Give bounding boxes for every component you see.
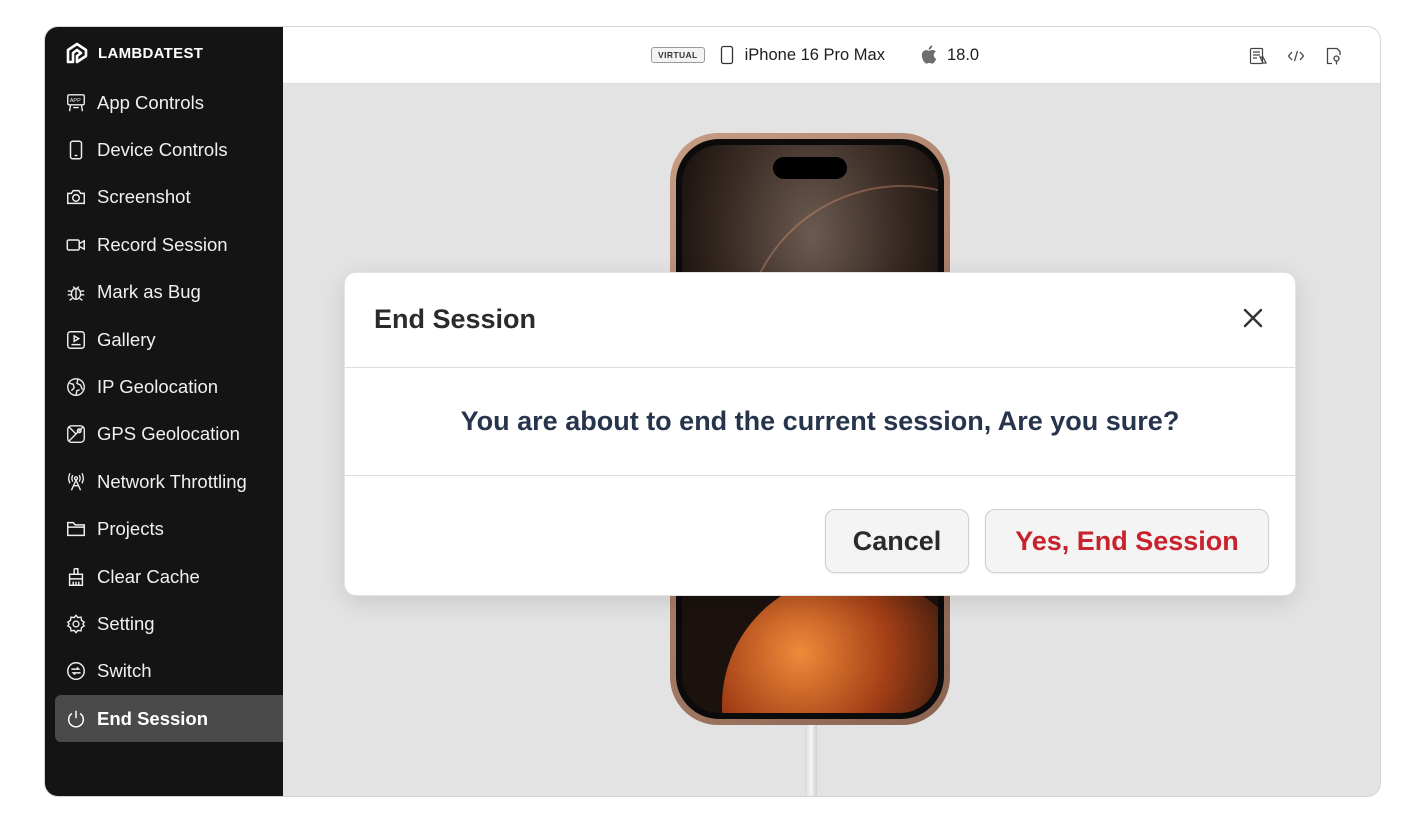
- dialog-message: You are about to end the current session…: [460, 406, 1180, 436]
- sidebar-item-label: Mark as Bug: [97, 281, 201, 303]
- video-icon: [66, 239, 85, 251]
- code-icon[interactable]: [1286, 46, 1306, 66]
- sidebar-item-screenshot[interactable]: Screenshot: [55, 174, 283, 221]
- sidebar-item-record-session[interactable]: Record Session: [55, 221, 283, 268]
- sidebar-item-switch[interactable]: Switch: [55, 648, 283, 695]
- sidebar-item-app-controls[interactable]: APP App Controls: [55, 79, 283, 126]
- map-icon: [67, 425, 85, 444]
- sidebar-item-ip-geolocation[interactable]: IP Geolocation: [55, 363, 283, 410]
- sidebar-item-setting[interactable]: Setting: [55, 600, 283, 647]
- device-info: VIRTUAL iPhone 16 Pro Max 18.0: [651, 43, 979, 67]
- dynamic-island: [773, 157, 847, 179]
- folder-icon: [67, 522, 85, 537]
- brand-name: LAMBDATEST: [98, 44, 204, 62]
- sidebar-item-mark-as-bug[interactable]: Mark as Bug: [55, 269, 283, 316]
- sidebar-item-label: Projects: [97, 518, 164, 540]
- dialog-title: End Session: [374, 304, 537, 334]
- cancel-button[interactable]: Cancel: [825, 509, 969, 573]
- globe-icon: [67, 378, 85, 396]
- top-bar: VIRTUAL iPhone 16 Pro Max 18.0: [283, 27, 1380, 84]
- sidebar-item-label: App Controls: [97, 91, 204, 113]
- bug-icon: [67, 286, 85, 302]
- sidebar-item-label: Screenshot: [97, 186, 191, 208]
- sidebar-item-clear-cache[interactable]: Clear Cache: [55, 553, 283, 600]
- dialog-header: End Session: [345, 273, 1295, 368]
- apple-icon: [921, 45, 937, 64]
- sidebar-item-gps-geolocation[interactable]: GPS Geolocation: [55, 411, 283, 458]
- dialog-body: You are about to end the current session…: [345, 368, 1295, 476]
- power-icon: [67, 710, 85, 728]
- sidebar-item-label: Setting: [97, 612, 155, 634]
- phone-icon: [69, 140, 83, 160]
- charging-cable: [805, 725, 817, 796]
- dialog-footer: Cancel Yes, End Session: [345, 476, 1295, 596]
- switch-icon: [67, 662, 85, 681]
- sidebar-item-end-session[interactable]: End Session: [55, 695, 283, 743]
- sidebar-item-label: Clear Cache: [97, 565, 200, 587]
- sidebar-nav: APP App Controls Device Controls Screens…: [55, 79, 283, 743]
- sidebar: LAMBDATEST APP App Controls Device Contr…: [45, 27, 283, 796]
- sidebar-item-label: IP Geolocation: [97, 376, 219, 398]
- lambdatest-logo-icon: [66, 42, 88, 64]
- antenna-icon: [67, 472, 85, 491]
- virtual-badge: VIRTUAL: [651, 47, 705, 63]
- sidebar-item-projects[interactable]: Projects: [55, 506, 283, 553]
- sidebar-item-label: Record Session: [97, 233, 228, 255]
- sidebar-item-gallery[interactable]: Gallery: [55, 316, 283, 363]
- brand: LAMBDATEST: [65, 41, 203, 65]
- sidebar-item-network-throttling[interactable]: Network Throttling: [55, 458, 283, 505]
- close-icon[interactable]: [1241, 306, 1265, 330]
- broom-icon: [68, 567, 84, 586]
- sidebar-item-label: Gallery: [97, 328, 156, 350]
- end-session-dialog: End Session You are about to end the cur…: [344, 272, 1296, 596]
- inspect-icon[interactable]: [1324, 46, 1344, 66]
- gear-icon: [66, 614, 86, 634]
- app-window: LAMBDATEST APP App Controls Device Contr…: [44, 26, 1381, 797]
- os-version: 18.0: [946, 45, 980, 64]
- logs-icon[interactable]: [1248, 46, 1268, 66]
- sidebar-item-label: End Session: [97, 707, 209, 729]
- device-name: iPhone 16 Pro Max: [744, 45, 885, 64]
- header-actions: [1248, 46, 1344, 66]
- sidebar-item-label: Device Controls: [97, 139, 228, 161]
- sidebar-item-label: Switch: [97, 660, 152, 682]
- phone-icon: [720, 45, 733, 65]
- confirm-end-session-button[interactable]: Yes, End Session: [985, 509, 1269, 573]
- camera-icon: [67, 190, 85, 205]
- sidebar-item-label: Network Throttling: [97, 470, 247, 492]
- sidebar-item-device-controls[interactable]: Device Controls: [55, 126, 283, 173]
- gallery-icon: [67, 330, 85, 349]
- app-icon: APP: [67, 93, 85, 112]
- sidebar-item-label: GPS Geolocation: [97, 423, 240, 445]
- svg-text:APP: APP: [70, 98, 81, 104]
